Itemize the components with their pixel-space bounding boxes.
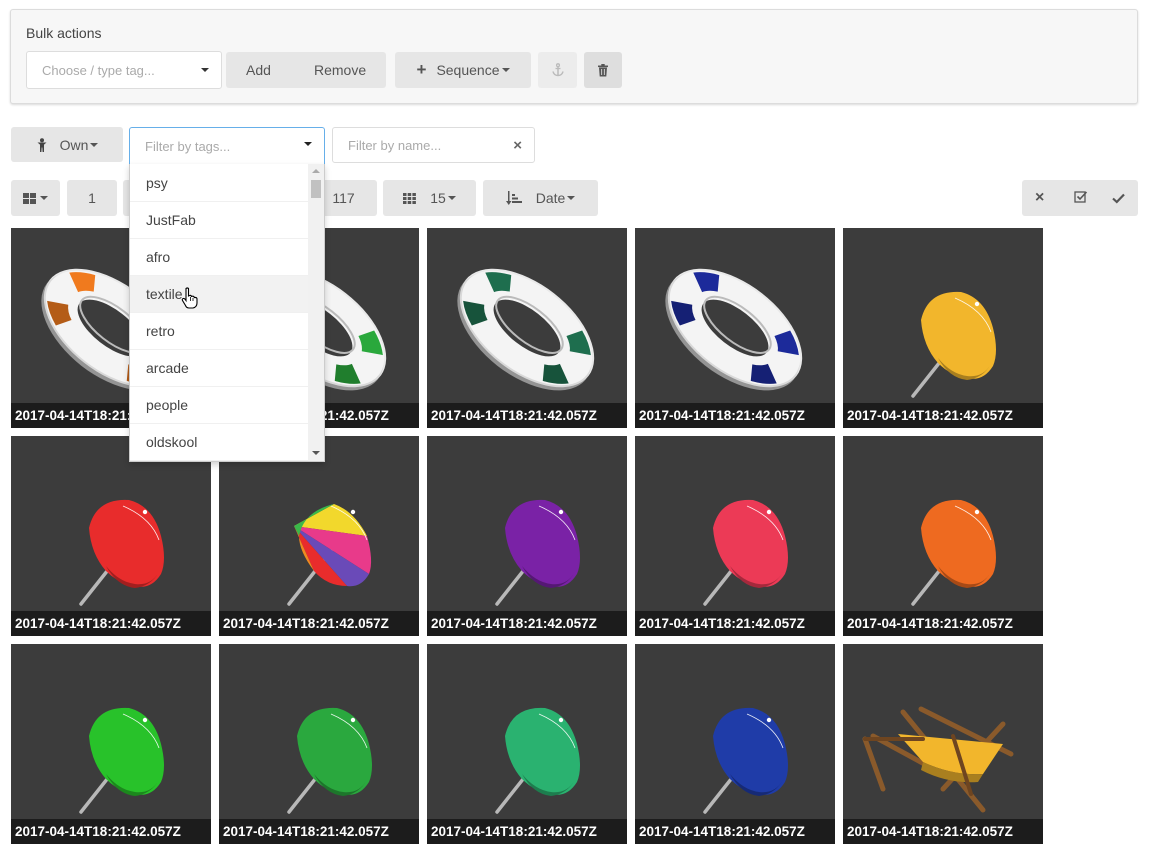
per-page-label: 15: [430, 190, 446, 206]
image-tile[interactable]: 2017-04-14T18:21:42.057Z: [11, 436, 211, 636]
trash-icon: [598, 63, 608, 76]
tile-caption: 2017-04-14T18:21:42.057Z: [843, 403, 1043, 428]
page-number-button[interactable]: 1: [67, 180, 117, 216]
dropdown-scrollbar[interactable]: [308, 164, 324, 461]
own-filter-button[interactable]: Own: [11, 127, 123, 162]
image-tile[interactable]: 2017-04-14T18:21:42.057Z: [219, 436, 419, 636]
name-filter-input[interactable]: Filter by name... ×: [332, 127, 535, 163]
sort-button[interactable]: Date: [483, 180, 598, 216]
umbrella-image: [911, 499, 996, 606]
page-number-label: 1: [88, 190, 96, 206]
tag-option[interactable]: oldskool: [130, 424, 308, 461]
bulk-actions-panel: Bulk actions Choose / type tag... Add Re…: [10, 9, 1138, 104]
selection-tools-group: ×: [1022, 180, 1138, 216]
tag-select[interactable]: Choose / type tag...: [26, 51, 222, 89]
check-icon: [1112, 193, 1125, 204]
chevron-down-icon: [501, 68, 510, 72]
select-all-button[interactable]: [1112, 191, 1125, 207]
grid-icon: [403, 192, 417, 204]
image-tile[interactable]: 2017-04-14T18:21:42.057Z: [11, 644, 211, 844]
tag-option[interactable]: psy: [130, 165, 308, 202]
anchor-icon: [551, 63, 564, 77]
tags-filter-input[interactable]: Filter by tags...: [129, 127, 325, 165]
umbrella-image: [287, 504, 372, 606]
tags-dropdown-menu: psy JustFab afro textile retro arcade pe…: [129, 164, 325, 462]
own-filter-label: Own: [59, 136, 89, 153]
tile-caption: 2017-04-14T18:21:42.057Z: [427, 611, 627, 636]
image-tile[interactable]: 2017-04-14T18:21:42.057Z: [427, 436, 627, 636]
remove-tag-button[interactable]: Remove: [314, 62, 366, 78]
image-tile[interactable]: 2017-04-14T18:21:42.057Z: [635, 228, 835, 428]
plus-icon: +: [416, 60, 427, 79]
image-tile[interactable]: 2017-04-14T18:21:42.057Z: [635, 644, 835, 844]
umbrella-image: [79, 499, 164, 606]
grid-icon: [23, 192, 36, 204]
sort-label: Date: [535, 190, 566, 206]
chevron-down-icon: [201, 68, 209, 72]
name-filter-placeholder: Filter by name...: [348, 137, 442, 153]
umbrella-image: [287, 707, 372, 814]
tile-caption: 2017-04-14T18:21:42.057Z: [219, 611, 419, 636]
delete-button[interactable]: [584, 52, 622, 88]
chevron-down-icon: [567, 196, 576, 200]
tag-option-hovered[interactable]: textile: [130, 276, 308, 313]
umbrella-image: [703, 499, 788, 606]
image-tile[interactable]: 2017-04-14T18:21:42.057Z: [843, 228, 1043, 428]
per-page-button[interactable]: 15: [383, 180, 476, 216]
lifebuoy-image: [665, 268, 803, 391]
tile-caption: 2017-04-14T18:21:42.057Z: [843, 611, 1043, 636]
sequence-label: Sequence: [436, 62, 500, 78]
tile-caption: 2017-04-14T18:21:42.057Z: [635, 819, 835, 844]
chevron-down-icon: [40, 196, 48, 200]
image-tile[interactable]: 2017-04-14T18:21:42.057Z: [635, 436, 835, 636]
sort-icon: [505, 191, 522, 205]
scroll-up-arrow[interactable]: [312, 169, 320, 173]
add-remove-group: Add Remove: [226, 52, 386, 88]
add-tag-button[interactable]: Add: [246, 62, 271, 78]
person-icon: [37, 137, 47, 152]
tile-caption: 2017-04-14T18:21:42.057Z: [427, 819, 627, 844]
chevron-down-icon: [447, 196, 456, 200]
tile-caption: 2017-04-14T18:21:42.057Z: [635, 403, 835, 428]
umbrella-image: [911, 291, 996, 398]
umbrella-image: [703, 707, 788, 814]
umbrella-image: [495, 707, 580, 814]
clear-icon[interactable]: ×: [513, 137, 522, 154]
tag-option[interactable]: JustFab: [130, 202, 308, 239]
view-mode-button[interactable]: [11, 180, 60, 216]
select-checkbox-button[interactable]: [1074, 190, 1088, 207]
tag-option[interactable]: retro: [130, 313, 308, 350]
checkbox-icon: [1074, 191, 1088, 203]
lifebuoy-image: [457, 268, 595, 391]
bulk-actions-title: Bulk actions: [26, 25, 102, 41]
tags-filter-placeholder: Filter by tags...: [145, 139, 231, 154]
hand-cursor-icon: [181, 287, 198, 309]
tile-caption: 2017-04-14T18:21:42.057Z: [219, 819, 419, 844]
tag-option[interactable]: afro: [130, 239, 308, 276]
tile-caption: 2017-04-14T18:21:42.057Z: [843, 819, 1043, 844]
tile-caption: 2017-04-14T18:21:42.057Z: [11, 819, 211, 844]
total-count-label: 117: [332, 190, 355, 206]
image-tile[interactable]: 2017-04-14T18:21:42.057Z: [843, 644, 1043, 844]
anchor-button[interactable]: [538, 52, 577, 88]
tag-option[interactable]: arcade: [130, 350, 308, 387]
tag-option[interactable]: people: [130, 387, 308, 424]
image-tile[interactable]: 2017-04-14T18:21:42.057Z: [843, 436, 1043, 636]
image-tile[interactable]: 2017-04-14T18:21:42.057Z: [427, 228, 627, 428]
scrollbar-thumb[interactable]: [311, 180, 321, 198]
tile-caption: 2017-04-14T18:21:42.057Z: [427, 403, 627, 428]
umbrella-image: [495, 499, 580, 606]
scroll-down-arrow[interactable]: [312, 451, 320, 455]
tile-caption: 2017-04-14T18:21:42.057Z: [11, 611, 211, 636]
deckchair-image: [862, 706, 1014, 813]
tag-select-placeholder: Choose / type tag...: [42, 62, 155, 78]
image-tile[interactable]: 2017-04-14T18:21:42.057Z: [219, 644, 419, 844]
chevron-down-icon: [304, 142, 312, 146]
image-tile[interactable]: 2017-04-14T18:21:42.057Z: [427, 644, 627, 844]
sequence-button[interactable]: + Sequence: [395, 52, 531, 88]
chevron-down-icon: [90, 142, 99, 147]
deselect-all-button[interactable]: ×: [1035, 189, 1044, 207]
umbrella-image: [79, 707, 164, 814]
tile-caption: 2017-04-14T18:21:42.057Z: [635, 611, 835, 636]
